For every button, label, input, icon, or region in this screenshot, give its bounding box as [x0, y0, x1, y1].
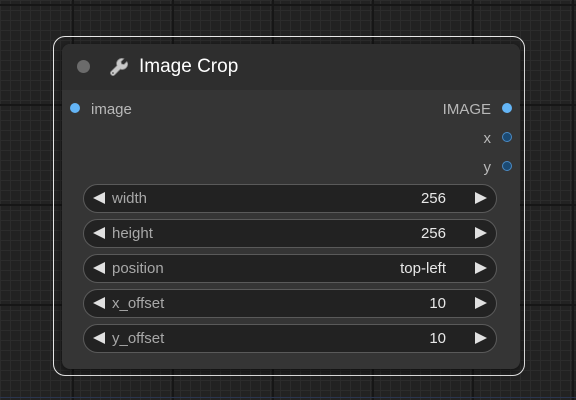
output-slot-y[interactable] [502, 161, 512, 171]
decrement-arrow-icon[interactable] [93, 297, 105, 309]
widget-width[interactable]: width 256 [83, 184, 497, 213]
output-label-y: y [483, 159, 492, 176]
widget-label: y_offset [112, 330, 165, 347]
node-header[interactable]: Image Crop [62, 44, 520, 90]
increment-arrow-icon[interactable] [475, 297, 487, 309]
widget-value[interactable]: 256 [421, 225, 446, 242]
previous-option-arrow-icon[interactable] [93, 262, 105, 274]
widget-position[interactable]: position top-left [83, 254, 497, 283]
widget-label: width [112, 190, 148, 207]
wrench-icon [110, 58, 128, 76]
widget-value[interactable]: 10 [429, 295, 446, 312]
decrement-arrow-icon[interactable] [93, 332, 105, 344]
image-crop-node[interactable]: Image Crop image IMAGE x y width 256 hei… [62, 44, 520, 369]
canvas-edge-line [0, 397, 576, 398]
output-slot-image[interactable] [502, 103, 512, 113]
widget-label: height [112, 225, 153, 242]
widget-y-offset[interactable]: y_offset 10 [83, 324, 497, 353]
decrement-arrow-icon[interactable] [93, 192, 105, 204]
output-label-x: x [483, 130, 492, 147]
widget-x-offset[interactable]: x_offset 10 [83, 289, 497, 318]
widget-value[interactable]: 10 [429, 330, 446, 347]
node-title: Image Crop [139, 56, 239, 77]
widget-value[interactable]: top-left [400, 260, 446, 277]
widget-label: position [112, 260, 164, 277]
output-label-image: IMAGE [442, 101, 491, 118]
decrement-arrow-icon[interactable] [93, 227, 105, 239]
output-slot-x[interactable] [502, 132, 512, 142]
increment-arrow-icon[interactable] [475, 227, 487, 239]
widget-label: x_offset [112, 295, 165, 312]
collapse-toggle[interactable] [77, 60, 90, 73]
input-slot-image[interactable] [70, 103, 80, 113]
increment-arrow-icon[interactable] [475, 332, 487, 344]
next-option-arrow-icon[interactable] [475, 262, 487, 274]
increment-arrow-icon[interactable] [475, 192, 487, 204]
widget-height[interactable]: height 256 [83, 219, 497, 248]
input-label-image: image [91, 101, 132, 118]
widget-value[interactable]: 256 [421, 190, 446, 207]
